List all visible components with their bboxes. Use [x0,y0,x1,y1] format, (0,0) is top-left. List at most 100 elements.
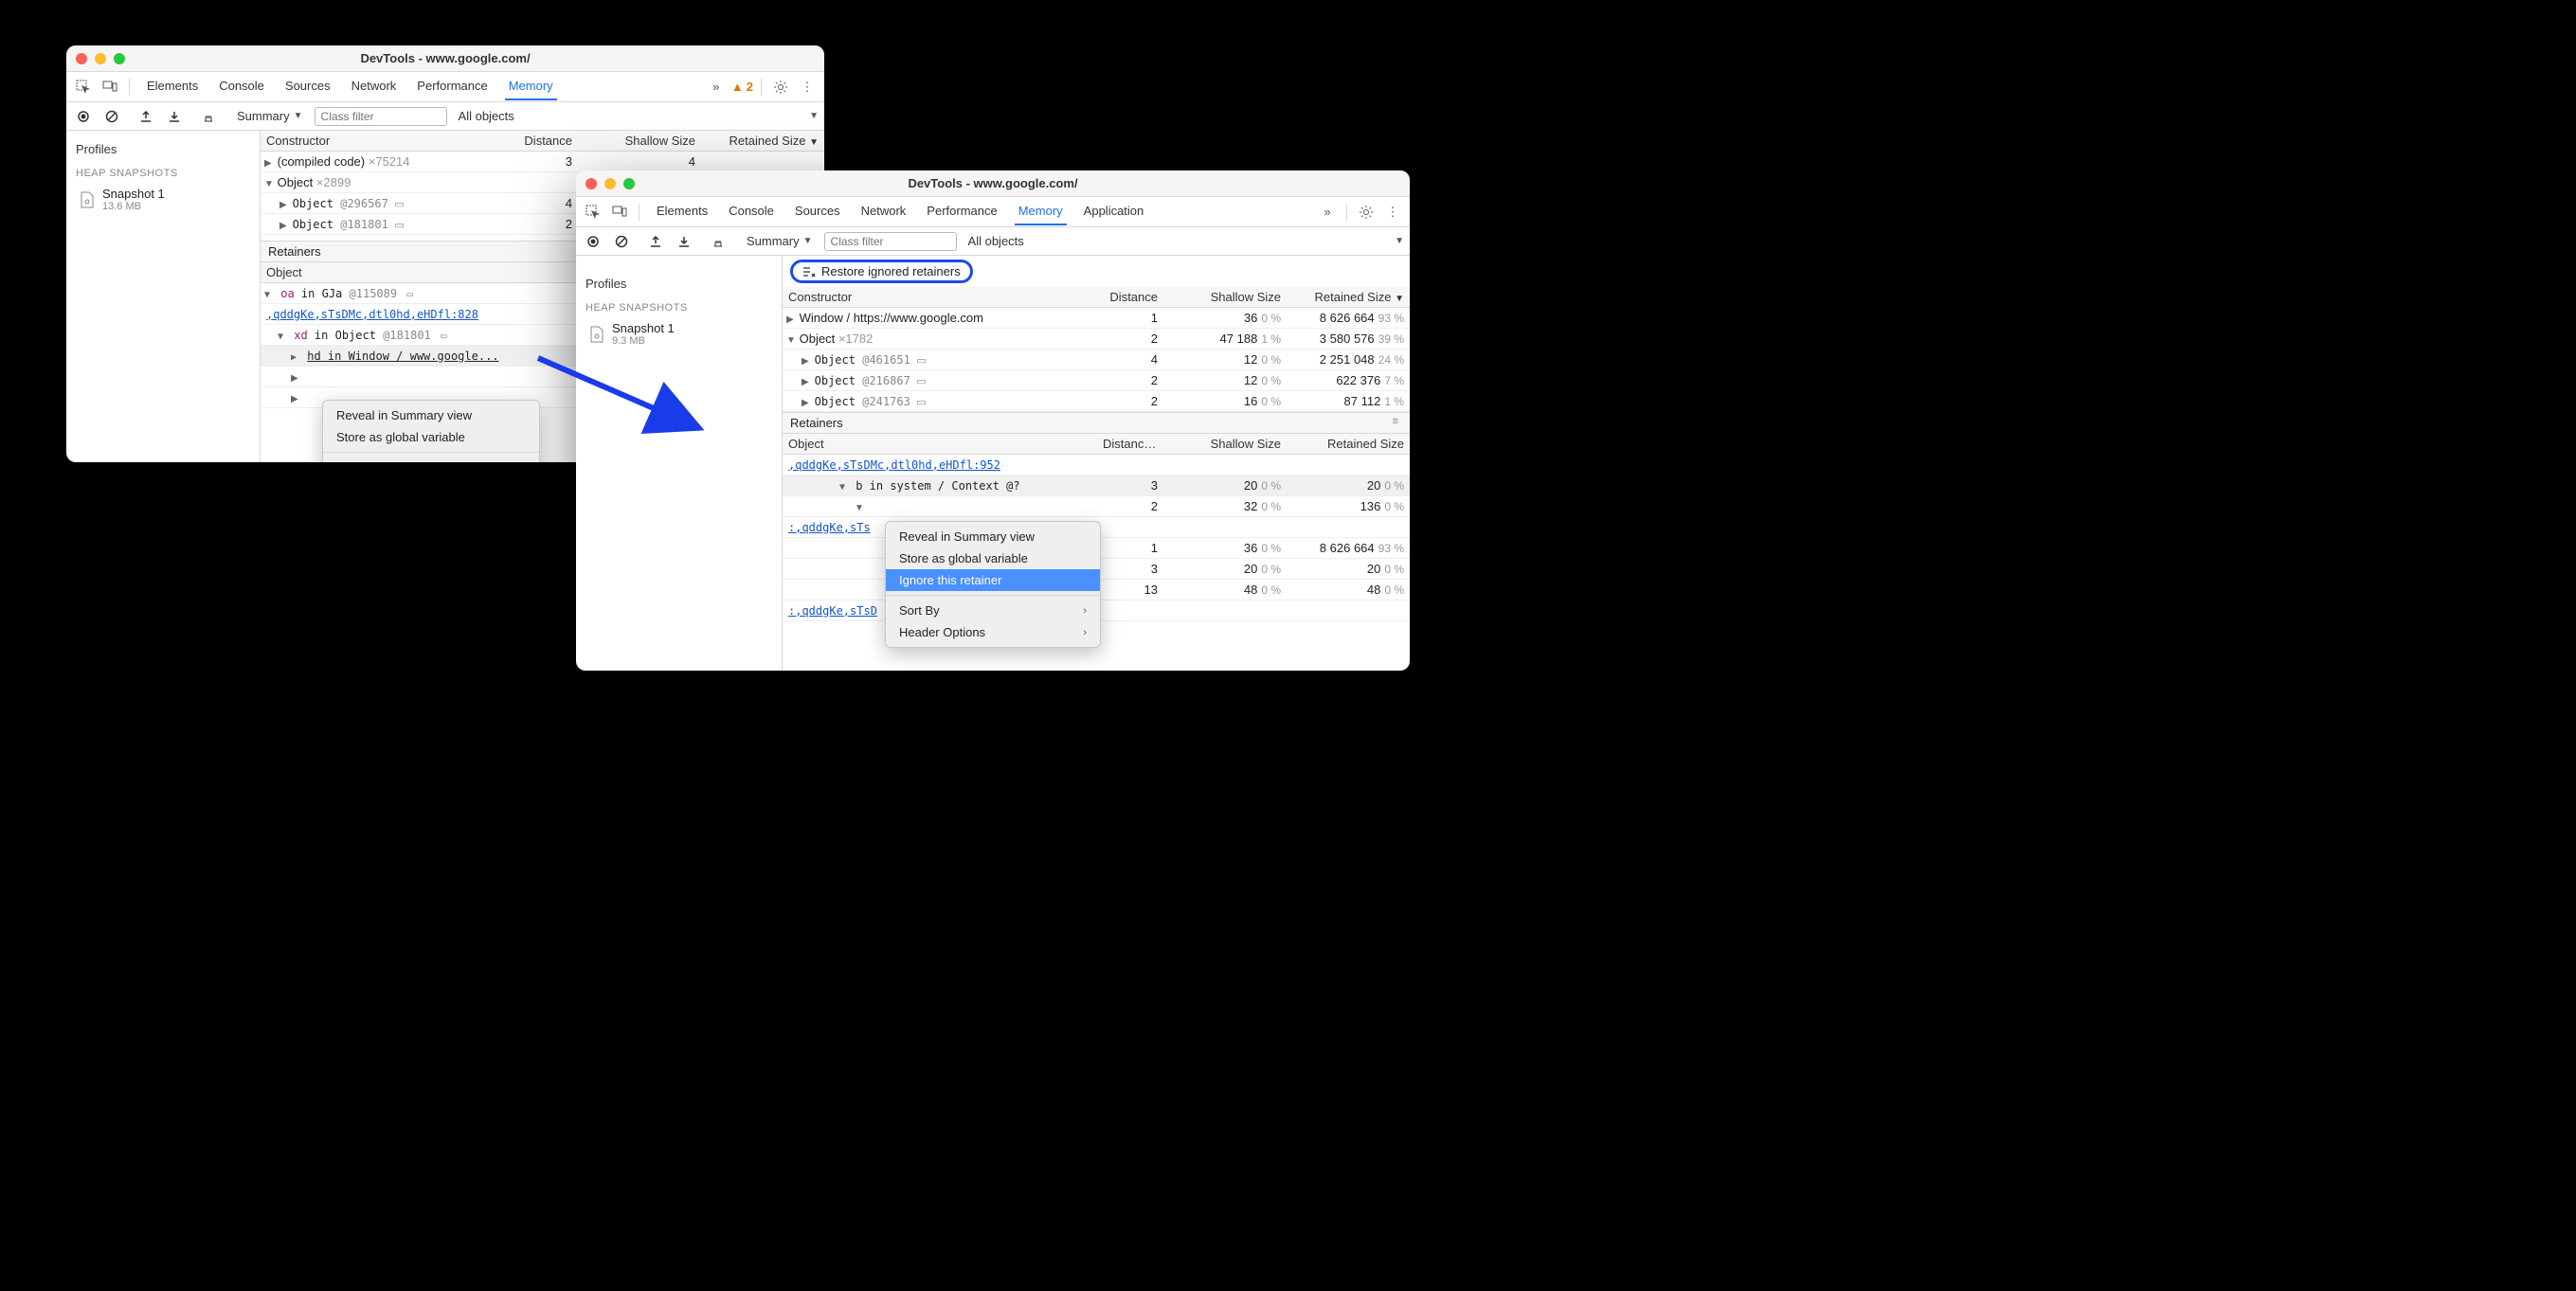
menu-reveal[interactable]: Reveal in Summary view [323,404,539,426]
record-icon[interactable] [582,230,604,253]
download-icon[interactable] [163,105,186,128]
menu-header-options[interactable]: Header Options› [886,621,1100,643]
clear-icon[interactable] [100,105,123,128]
chevron-right-icon: › [522,462,526,463]
chevron-down-icon[interactable]: ▼ [264,290,274,300]
detached-icon: ▭ [441,330,447,342]
col-shallow[interactable]: Shallow Size [578,134,701,148]
kebab-icon[interactable]: ⋮ [1381,201,1404,224]
menu-sort[interactable]: Sort By› [886,600,1100,621]
source-link[interactable]: ,qddgKe,sTsDMc,dtl0hd,eHDfl:952 [783,458,1097,472]
clear-icon[interactable] [610,230,633,253]
tab-memory[interactable]: Memory [505,73,557,100]
col-object[interactable]: Object [783,437,1097,451]
col-retained[interactable]: Retained Size [1287,437,1410,451]
upload-icon[interactable] [644,230,667,253]
col-constructor[interactable]: Constructor [261,134,512,148]
view-select[interactable]: Summary▼ [231,107,309,125]
menu-reveal[interactable]: Reveal in Summary view [886,526,1100,547]
profiles-header: Profiles [576,263,782,295]
device-icon[interactable] [99,76,121,99]
tab-memory[interactable]: Memory [1015,198,1067,225]
inspect-icon[interactable] [72,76,95,99]
view-select[interactable]: Summary▼ [741,232,819,250]
hamburger-icon[interactable]: ≡ [1393,416,1402,427]
chevron-right-icon[interactable]: ▶ [291,394,300,404]
col-distance[interactable]: Distance [1097,290,1163,304]
chevron-right-icon[interactable]: ▶ [802,398,811,408]
chevron-right-icon[interactable]: ▶ [802,377,811,387]
tab-performance[interactable]: Performance [413,73,491,100]
tab-sources[interactable]: Sources [281,73,334,100]
detached-icon: ▭ [394,220,404,231]
chevron-down-icon[interactable]: ▼ [855,503,864,513]
menu-store[interactable]: Store as global variable [886,547,1100,569]
tab-elements[interactable]: Elements [653,198,712,225]
restore-ignored-button[interactable]: Restore ignored retainers [790,260,973,283]
tab-sources[interactable]: Sources [791,198,844,225]
gc-icon[interactable] [707,230,730,253]
inspect-icon[interactable] [582,201,604,224]
tab-network[interactable]: Network [857,198,910,225]
col-distance[interactable]: Distance▲ [1097,437,1163,451]
kebab-icon[interactable]: ⋮ [796,76,819,99]
col-shallow[interactable]: Shallow Size [1163,437,1287,451]
table-row[interactable]: ▼ b in system / Context @? 3 200 % 200 % [783,475,1410,496]
chevron-right-icon[interactable]: ▶ [291,373,300,384]
table-row[interactable]: ▶ Window / https://www.google.com 1 360 … [783,308,1410,329]
col-retained[interactable]: Retained Size ▼ [1287,290,1410,304]
gear-icon[interactable] [1355,201,1378,224]
chevron-down-icon[interactable]: ▼ [278,332,287,342]
col-distance[interactable]: Distance [512,134,578,148]
menu-store[interactable]: Store as global variable [323,426,539,448]
tab-application[interactable]: Application [1080,198,1148,225]
download-icon[interactable] [673,230,695,253]
menu-ignore-retainer[interactable]: Ignore this retainer [886,569,1100,591]
table-row[interactable]: ▶ Object @241763 ▭ 2 160 % 87 1121 % [783,391,1410,412]
chevron-down-icon[interactable]: ▼ [839,482,849,493]
list-x-icon [802,266,816,278]
record-icon[interactable] [72,105,95,128]
table-row[interactable]: ▶ Object @216867 ▭ 2 120 % 622 3767 % [783,370,1410,391]
gc-icon[interactable] [197,105,220,128]
table-row[interactable]: ▼ Object ×1782 2 47 1881 % 3 580 57639 % [783,329,1410,350]
chevron-right-icon[interactable]: ▶ [279,200,289,210]
table-row[interactable]: ,qddgKe,sTsDMc,dtl0hd,eHDfl:952 [783,455,1410,475]
tab-performance[interactable]: Performance [923,198,1000,225]
class-filter-input[interactable] [315,107,447,126]
warnings-badge[interactable]: ▲ 2 [731,80,753,94]
table-row[interactable]: ▼ 2 320 % 1360 % [783,496,1410,517]
chevron-right-icon[interactable]: ▶ [786,314,796,325]
menu-sort[interactable]: Sort By› [323,457,539,462]
retainers-header: Object Distance▲ Shallow Size Retained S… [783,434,1410,455]
window-title: DevTools - www.google.com/ [576,176,1410,190]
chevron-down-icon[interactable]: ▼ [786,335,796,346]
upload-icon[interactable] [135,105,157,128]
chevron-right-icon[interactable]: ▶ [802,356,811,367]
table-row[interactable]: ▶ (compiled code) ×75214 3 4 [261,152,824,172]
gear-icon[interactable] [769,76,792,99]
class-filter-input[interactable] [824,232,957,251]
overflow-icon[interactable]: » [1316,201,1339,224]
tab-console[interactable]: Console [215,73,268,100]
memory-toolbar: Summary▼ All objects ▼ [66,102,824,131]
chevron-right-icon[interactable]: ▶ [279,221,289,231]
device-icon[interactable] [608,201,631,224]
snapshot-item[interactable]: Snapshot 1 13.6 MB [66,183,260,216]
objects-select[interactable]: All objects [453,107,520,125]
tab-network[interactable]: Network [348,73,401,100]
chevron-right-icon[interactable]: ▶ [291,352,300,363]
overflow-icon[interactable]: » [705,76,728,99]
snapshot-item[interactable]: Snapshot 1 9.3 MB [576,317,782,350]
table-row[interactable]: ▶ Object @461651 ▭ 4 120 % 2 251 04824 % [783,350,1410,370]
col-constructor[interactable]: Constructor [783,290,1097,304]
chevron-right-icon[interactable]: ▶ [264,158,274,169]
objects-select[interactable]: All objects [963,232,1030,250]
tab-elements[interactable]: Elements [143,73,202,100]
col-shallow[interactable]: Shallow Size [1163,290,1287,304]
context-menu: Reveal in Summary view Store as global v… [885,521,1101,648]
memory-toolbar: Summary▼ All objects ▼ [576,227,1410,256]
tab-console[interactable]: Console [725,198,778,225]
col-retained[interactable]: Retained Size ▼ [701,134,824,148]
chevron-down-icon[interactable]: ▼ [264,179,274,189]
